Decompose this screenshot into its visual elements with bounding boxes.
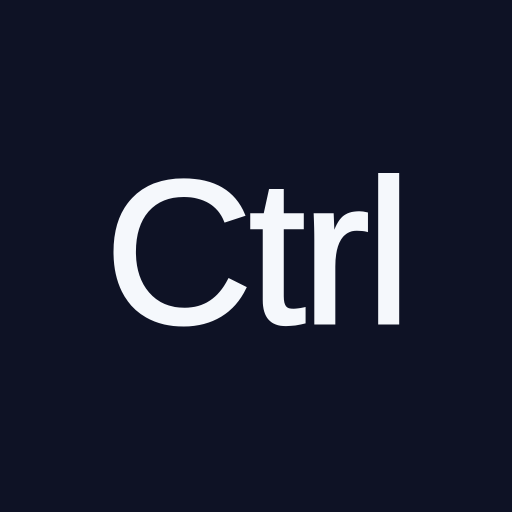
- ctrl-key-label: Ctrl: [103, 137, 413, 367]
- ctrl-key-tile: Ctrl: [0, 0, 512, 512]
